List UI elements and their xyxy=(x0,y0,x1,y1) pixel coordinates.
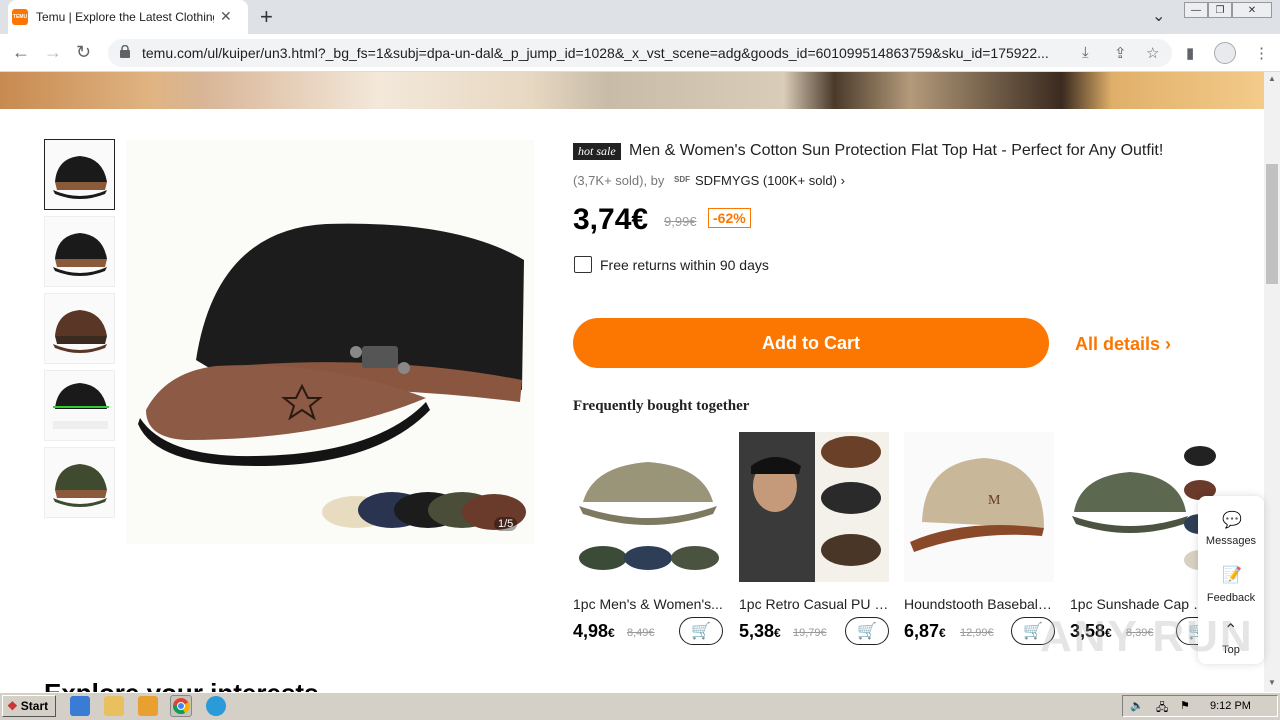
fbt-price: 5,38€ xyxy=(739,621,781,642)
menu-kebab-icon[interactable]: ⋮ xyxy=(1254,44,1269,62)
new-tab-icon[interactable]: + xyxy=(260,4,273,30)
windows-logo-icon: ❖ xyxy=(7,699,18,713)
all-details-label[interactable]: All details xyxy=(1075,334,1160,354)
fbt-product-name[interactable]: 1pc Retro Casual PU L... xyxy=(739,596,889,612)
feedback-label[interactable]: Feedback xyxy=(1198,592,1264,604)
network-icon[interactable]: 🖧 xyxy=(1156,699,1168,718)
reload-icon[interactable]: ↻ xyxy=(76,42,91,63)
sold-count: (3,7K+ sold), by xyxy=(573,173,665,188)
profile-avatar-icon[interactable] xyxy=(1214,42,1236,64)
store-name[interactable]: SDFMYGS (100K+ sold) xyxy=(695,173,837,188)
tab-close-icon[interactable]: ✕ xyxy=(220,8,232,25)
product-main-image[interactable] xyxy=(126,140,534,544)
fbt-product-name[interactable]: 1pc Men's & Women's... xyxy=(573,596,723,612)
category-banner[interactable] xyxy=(0,72,1264,109)
feedback-icon[interactable]: 📝 xyxy=(1222,565,1242,585)
lock-icon[interactable] xyxy=(120,45,130,58)
flag-icon[interactable]: ⚑ xyxy=(1180,699,1190,712)
start-label[interactable]: Start xyxy=(21,699,48,713)
product-thumbnail[interactable] xyxy=(44,139,115,210)
fbt-add-to-cart-button[interactable]: 🛒 xyxy=(845,617,889,645)
taskbar xyxy=(0,692,1280,720)
scroll-down-icon[interactable]: ▼ xyxy=(1268,678,1276,687)
fbt-original-price: 19,79€ xyxy=(793,627,827,639)
cart-plus-icon: 🛒 xyxy=(857,623,877,640)
chevron-right-icon: › xyxy=(840,173,845,188)
file-explorer-icon[interactable] xyxy=(104,696,124,716)
scrollbar-thumb[interactable] xyxy=(1266,164,1278,284)
free-returns-text[interactable]: Free returns within 90 days xyxy=(600,257,769,273)
fbt-product-image[interactable] xyxy=(739,432,889,582)
system-tray xyxy=(1122,695,1278,717)
product-thumbnail[interactable] xyxy=(44,370,115,441)
chrome-icon[interactable] xyxy=(170,695,192,717)
all-details-link[interactable]: All details › xyxy=(1075,334,1171,355)
close-window-icon[interactable]: ✕ xyxy=(1232,2,1272,18)
restore-icon[interactable]: ❐ xyxy=(1208,2,1232,18)
tab-title: Temu | Explore the Latest Clothing, B xyxy=(36,10,214,24)
image-counter: 1/5 xyxy=(494,517,518,531)
media-player-icon[interactable] xyxy=(138,696,158,716)
fbt-product-image[interactable] xyxy=(573,432,723,582)
fbt-add-to-cart-button[interactable]: 🛒 xyxy=(679,617,723,645)
hot-sale-badge: hot sale xyxy=(573,143,621,160)
product-price: 3,74€ xyxy=(573,203,649,236)
scroll-up-icon[interactable]: ▲ xyxy=(1268,74,1276,83)
product-thumbnail[interactable] xyxy=(44,293,115,364)
fbt-price-value: 6,87 xyxy=(904,621,940,641)
url-text[interactable]: temu.com/ul/kuiper/un3.html?_bg_fs=1&sub… xyxy=(142,45,1072,61)
fbt-product-name[interactable]: Houndstooth Baseball ... xyxy=(904,596,1054,612)
cart-plus-icon: 🛒 xyxy=(691,623,711,640)
bookmark-star-icon[interactable]: ☆ xyxy=(1146,44,1159,62)
fbt-price: 4,98€ xyxy=(573,621,615,642)
fbt-price-currency: € xyxy=(939,626,946,640)
frequently-bought-heading: Frequently bought together xyxy=(573,398,750,414)
store-link[interactable]: SDFMYGS (100K+ sold) › xyxy=(695,173,845,188)
back-icon[interactable]: ← xyxy=(12,42,30,63)
svg-text:M: M xyxy=(988,493,1001,508)
messages-label[interactable]: Messages xyxy=(1198,535,1264,547)
fbt-price-currency: € xyxy=(774,626,781,640)
product-title: Men & Women's Cotton Sun Protection Flat… xyxy=(629,142,1164,159)
share-icon[interactable]: ⇪ xyxy=(1114,44,1127,62)
install-icon[interactable]: ⤓ xyxy=(1082,44,1089,61)
discount-badge: -62% xyxy=(708,208,751,228)
minimize-icon[interactable]: — xyxy=(1184,2,1208,18)
temu-favicon-icon: TEMU xyxy=(12,9,28,25)
product-thumbnail[interactable] xyxy=(44,447,115,518)
messages-icon[interactable]: 💬 xyxy=(1222,510,1242,530)
fbt-product-image[interactable]: M xyxy=(904,432,1054,582)
store-logo[interactable]: SDF xyxy=(674,175,690,184)
edge-icon[interactable] xyxy=(206,696,226,716)
watermark: ANY RUN xyxy=(1040,612,1254,661)
start-button[interactable]: ❖ Start xyxy=(2,695,56,717)
returns-box-icon xyxy=(574,256,592,273)
fbt-original-price: 8,49€ xyxy=(627,627,655,639)
side-panel-icon[interactable]: ▮ xyxy=(1186,44,1194,62)
clock[interactable]: 9:12 PM xyxy=(1210,700,1251,712)
fbt-original-price: 12,99€ xyxy=(960,627,994,639)
tab-search-chevron-icon[interactable]: ⌄ xyxy=(1152,6,1165,26)
internet-explorer-icon[interactable] xyxy=(70,696,90,716)
fbt-price-value: 4,98 xyxy=(573,621,609,641)
original-price: 9,99€ xyxy=(664,214,697,229)
product-thumbnail[interactable] xyxy=(44,216,115,287)
add-to-cart-button[interactable]: Add to Cart xyxy=(573,318,1049,368)
fbt-price-value: 5,38 xyxy=(739,621,775,641)
volume-icon[interactable]: 🔈 xyxy=(1130,699,1144,712)
forward-icon[interactable]: → xyxy=(44,42,62,63)
fbt-price: 6,87€ xyxy=(904,621,946,642)
fbt-price-currency: € xyxy=(608,626,615,640)
fbt-product-name[interactable]: 1pc Sunshade Cap So... xyxy=(1070,596,1210,612)
chevron-right-icon: › xyxy=(1165,334,1172,354)
